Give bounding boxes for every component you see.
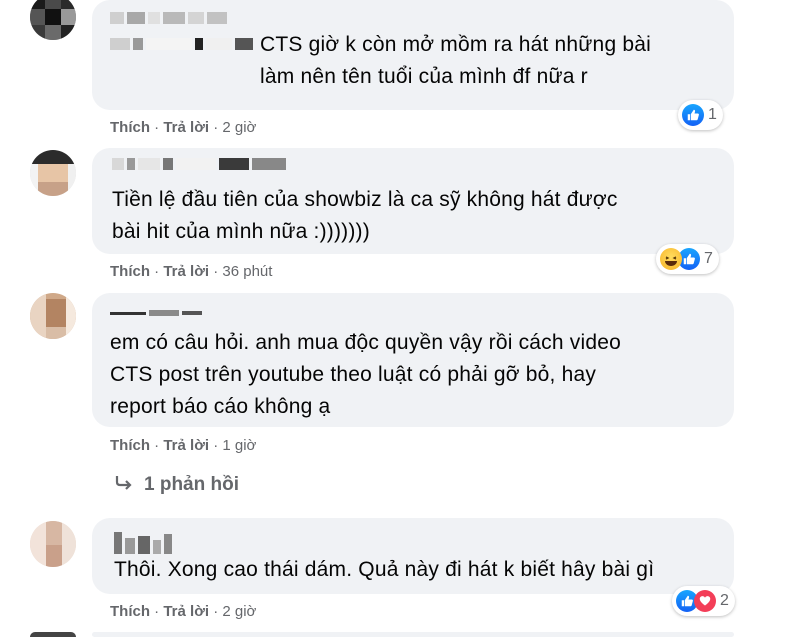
like-link[interactable]: Thích (110, 119, 150, 136)
comment-text: em có câu hỏi. anh mua độc quyền vậy rồi… (110, 331, 621, 418)
reaction-count: 7 (704, 250, 713, 267)
avatar[interactable] (30, 521, 76, 567)
like-icon (682, 104, 704, 126)
reaction-summary[interactable]: 2 (672, 586, 735, 616)
author-name-redacted (110, 38, 256, 52)
haha-icon (660, 248, 682, 270)
comment-text: Thôi. Xong cao thái dám. Quả này đi hát … (114, 558, 655, 581)
reaction-summary[interactable]: 7 (656, 244, 719, 274)
like-link[interactable]: Thích (110, 263, 150, 280)
author-name-redacted (110, 12, 230, 26)
avatar[interactable] (30, 150, 76, 196)
comment-bubble: Tiền lệ đầu tiên của showbiz là ca sỹ kh… (92, 148, 734, 254)
avatar[interactable] (30, 293, 76, 339)
comment-actions: Thích · Trả lời · 1 giờ (110, 437, 257, 454)
like-link[interactable]: Thích (110, 437, 150, 454)
like-link[interactable]: Thích (110, 603, 150, 620)
timestamp[interactable]: 2 giờ (222, 119, 256, 136)
replies-count-label: 1 phản hồi (144, 474, 239, 495)
comment-text: Tiền lệ đầu tiên của showbiz là ca sỹ kh… (112, 188, 618, 243)
reaction-count: 1 (708, 106, 717, 123)
author-name-redacted (110, 307, 205, 321)
timestamp[interactable]: 36 phút (222, 263, 272, 280)
reaction-summary[interactable]: 1 (678, 100, 723, 130)
heart-icon (694, 590, 716, 612)
timestamp[interactable]: 2 giờ (222, 603, 256, 620)
comment-actions: Thích · Trả lời · 2 giờ (110, 603, 257, 620)
avatar-partial (30, 632, 76, 637)
comment-actions: Thích · Trả lời · 36 phút (110, 263, 273, 280)
reply-link[interactable]: Trả lời (163, 119, 209, 136)
comment-actions: Thích · Trả lời · 2 giờ (110, 119, 257, 136)
comment-bubble-partial (92, 632, 734, 637)
reaction-count: 2 (720, 592, 729, 609)
reply-link[interactable]: Trả lời (163, 263, 209, 280)
comment-bubble: em có câu hỏi. anh mua độc quyền vậy rồi… (92, 293, 734, 427)
timestamp[interactable]: 1 giờ (222, 437, 256, 454)
reply-arrow-icon (114, 474, 134, 496)
author-name-redacted (114, 532, 175, 554)
comment-text: CTS giờ k còn mở mồm ra hát những bài là… (260, 33, 651, 88)
reply-link[interactable]: Trả lời (163, 437, 209, 454)
reply-link[interactable]: Trả lời (163, 603, 209, 620)
comment-bubble: CTS giờ k còn mở mồm ra hát những bài là… (92, 0, 734, 110)
comment-bubble: Thôi. Xong cao thái dám. Quả này đi hát … (92, 518, 734, 594)
author-name-redacted (112, 158, 289, 172)
avatar[interactable] (30, 0, 76, 40)
view-replies-link[interactable]: 1 phản hồi (114, 474, 239, 496)
